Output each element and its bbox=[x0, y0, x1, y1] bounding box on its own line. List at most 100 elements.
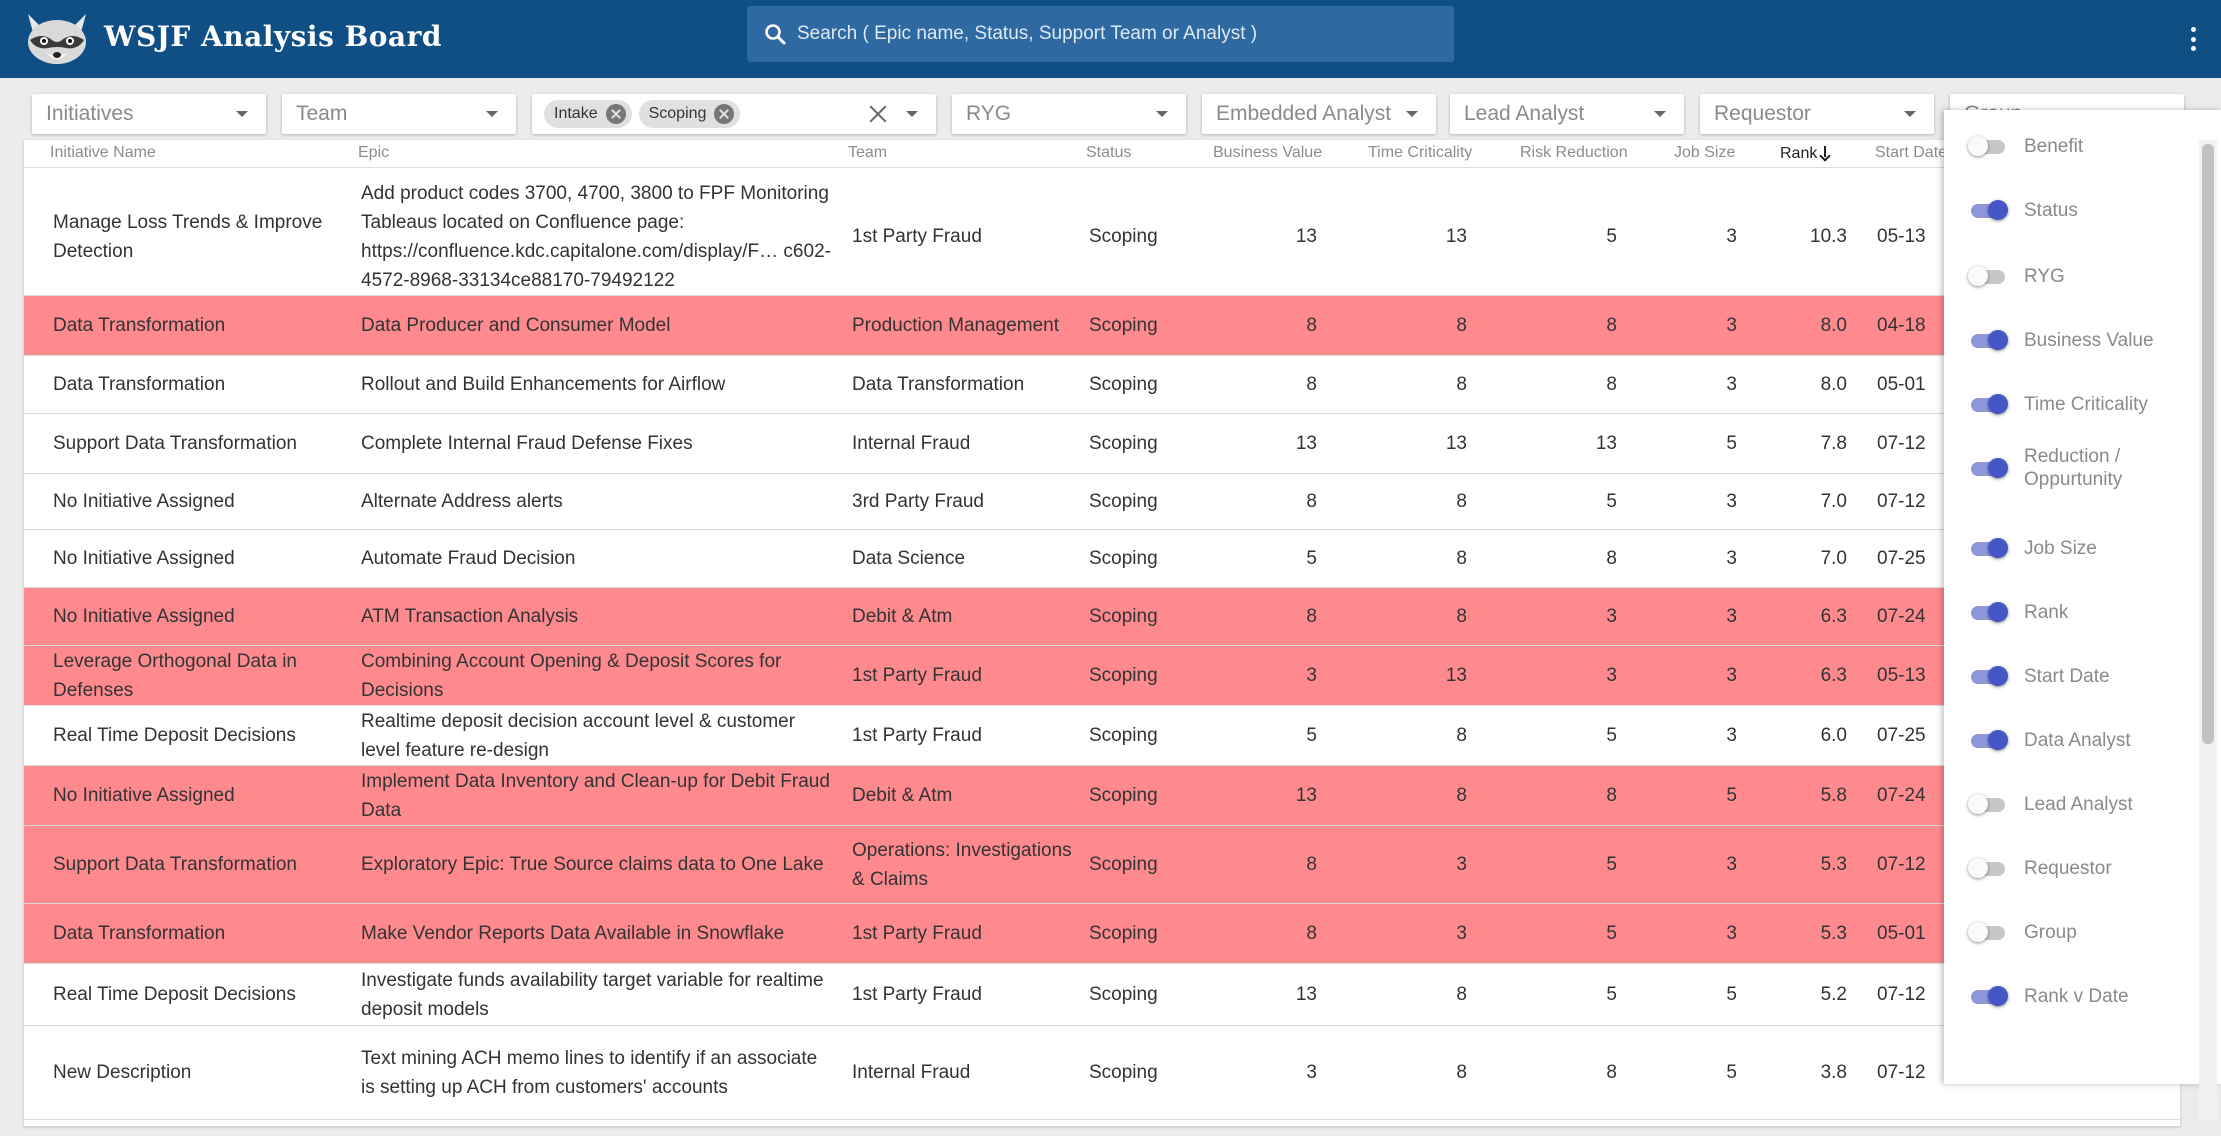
column-toggle-rank-v-date[interactable]: Rank v Date bbox=[1968, 976, 2208, 1016]
cell-risk-reduction-text: 8 bbox=[1606, 548, 1617, 569]
table-row[interactable]: Data Transformation Data Producer and Con… bbox=[24, 296, 2180, 356]
requestor-filter[interactable]: Requestor bbox=[1700, 94, 1934, 134]
search-bar[interactable] bbox=[747, 6, 1454, 62]
table-row[interactable]: Data Transformation Make Vendor Reports D… bbox=[24, 904, 2180, 964]
cell-team: Data Science bbox=[852, 530, 1072, 587]
cell-status-text: Scoping bbox=[1089, 433, 1158, 454]
column-header-time-criticality[interactable]: Time Criticality bbox=[1368, 144, 1472, 162]
cell-risk-reduction: 3 bbox=[1524, 588, 1617, 645]
cell-initiative: No Initiative Assigned bbox=[53, 474, 323, 529]
more-vert-icon[interactable] bbox=[2189, 27, 2197, 51]
lead-analyst-filter[interactable]: Lead Analyst bbox=[1450, 94, 1684, 134]
status-chip-intake[interactable]: Intake bbox=[544, 100, 632, 128]
cell-risk-reduction-text: 5 bbox=[1606, 984, 1617, 1005]
team-filter[interactable]: Team bbox=[282, 94, 516, 134]
column-toggle-ryg[interactable]: RYG bbox=[1968, 256, 2208, 296]
embedded-analyst-filter[interactable]: Embedded Analyst bbox=[1202, 94, 1436, 134]
cell-business-value-text: 13 bbox=[1295, 226, 1317, 247]
table-row[interactable]: No Initiative Assigned Alternate Address … bbox=[24, 474, 2180, 530]
table-row[interactable]: Real Time Deposit Decisions Investigate f… bbox=[24, 964, 2180, 1026]
status-filter[interactable]: Intake Scoping bbox=[532, 94, 936, 134]
toggle-switch[interactable] bbox=[1968, 457, 2008, 479]
table-row[interactable]: No Initiative Assigned Implement Data Inv… bbox=[24, 766, 2180, 826]
ryg-filter[interactable]: RYG bbox=[952, 94, 1186, 134]
column-header-start-date[interactable]: Start Date bbox=[1875, 144, 1947, 162]
table-row[interactable]: Support Data Transformation Exploratory E… bbox=[24, 826, 2180, 904]
toggle-switch[interactable] bbox=[1968, 537, 2008, 559]
ryg-filter-label: RYG bbox=[966, 102, 1012, 125]
column-header-status[interactable]: Status bbox=[1086, 144, 1131, 162]
column-header-job-size[interactable]: Job Size bbox=[1674, 144, 1735, 162]
cell-risk-reduction: 8 bbox=[1524, 766, 1617, 825]
toggle-switch[interactable] bbox=[1968, 329, 2008, 351]
cell-job-size: 3 bbox=[1644, 474, 1737, 529]
cell-risk-reduction-text: 5 bbox=[1606, 725, 1617, 746]
cell-business-value-text: 13 bbox=[1295, 433, 1317, 454]
column-toggle-start-date[interactable]: Start Date bbox=[1968, 656, 2208, 696]
toggle-switch[interactable] bbox=[1968, 793, 2008, 815]
cell-rank-text: 5.3 bbox=[1820, 854, 1847, 875]
cell-rank: 8.0 bbox=[1754, 296, 1847, 355]
table-row[interactable]: Real Time Deposit Decisions Realtime depo… bbox=[24, 706, 2180, 766]
table-row[interactable]: No Initiative Assigned Automate Fraud Dec… bbox=[24, 530, 2180, 588]
column-toggle-rank[interactable]: Rank bbox=[1968, 592, 2208, 632]
column-toggle-business-value[interactable]: Business Value bbox=[1968, 320, 2208, 360]
column-header-risk-reduction[interactable]: Risk Reduction bbox=[1520, 144, 1628, 162]
search-input[interactable] bbox=[797, 14, 1454, 54]
table-row[interactable]: Data Transformation Rollout and Build Enh… bbox=[24, 356, 2180, 414]
toggle-switch[interactable] bbox=[1968, 857, 2008, 879]
cell-rank: 7.0 bbox=[1754, 530, 1847, 587]
column-toggle-reduction-oppurtunity[interactable]: Reduction / Oppurtunity bbox=[1968, 446, 2208, 490]
toggle-switch[interactable] bbox=[1968, 135, 2008, 157]
initiatives-filter[interactable]: Initiatives bbox=[32, 94, 266, 134]
cell-status: Scoping bbox=[1089, 706, 1199, 765]
clear-icon[interactable] bbox=[868, 104, 888, 124]
remove-chip-icon[interactable] bbox=[714, 104, 735, 124]
cell-initiative-text: Support Data Transformation bbox=[53, 854, 297, 875]
cell-job-size: 3 bbox=[1644, 706, 1737, 765]
column-toggle-job-size[interactable]: Job Size bbox=[1968, 528, 2208, 568]
cell-time-criticality-text: 8 bbox=[1456, 725, 1467, 746]
cell-business-value: 13 bbox=[1224, 766, 1317, 825]
cell-status-text: Scoping bbox=[1089, 665, 1158, 686]
column-toggle-status[interactable]: Status bbox=[1968, 190, 2208, 230]
status-chip-scoping[interactable]: Scoping bbox=[638, 100, 741, 128]
remove-chip-icon[interactable] bbox=[605, 104, 626, 124]
toggle-switch[interactable] bbox=[1968, 729, 2008, 751]
column-toggle-lead-analyst[interactable]: Lead Analyst bbox=[1968, 784, 2208, 824]
column-toggle-requestor[interactable]: Requestor bbox=[1968, 848, 2208, 888]
toggle-switch[interactable] bbox=[1968, 985, 2008, 1007]
column-toggle-group[interactable]: Group bbox=[1968, 912, 2208, 952]
cell-initiative-text: Data Transformation bbox=[53, 923, 226, 944]
cell-risk-reduction: 8 bbox=[1524, 1026, 1617, 1119]
table-row[interactable]: No Initiative Assigned ATM Transaction An… bbox=[24, 588, 2180, 646]
toggle-switch[interactable] bbox=[1968, 199, 2008, 221]
vertical-scrollbar[interactable] bbox=[2199, 140, 2217, 1120]
toggle-switch[interactable] bbox=[1968, 393, 2008, 415]
chip-label: Scoping bbox=[648, 105, 707, 122]
scrollbar-thumb[interactable] bbox=[2202, 144, 2214, 744]
toggle-switch[interactable] bbox=[1968, 265, 2008, 287]
column-toggle-benefit[interactable]: Benefit bbox=[1968, 126, 2208, 166]
cell-team: Debit & Atm bbox=[852, 588, 1072, 645]
table-row[interactable]: Leverage Orthogonal Data in Defenses Comb… bbox=[24, 646, 2180, 706]
column-header-rank[interactable]: Rank bbox=[1780, 144, 1830, 163]
column-toggle-data-analyst[interactable]: Data Analyst bbox=[1968, 720, 2208, 760]
cell-time-criticality-text: 13 bbox=[1445, 226, 1467, 247]
toggle-switch[interactable] bbox=[1968, 665, 2008, 687]
cell-initiative: Data Transformation bbox=[53, 356, 323, 413]
toggle-switch[interactable] bbox=[1968, 601, 2008, 623]
column-header-business-value[interactable]: Business Value bbox=[1213, 144, 1322, 162]
column-header-epic[interactable]: Epic bbox=[358, 144, 389, 162]
table-row[interactable]: New Description Text mining ACH memo line… bbox=[24, 1026, 2180, 1120]
cell-start-date-text: 07-24 bbox=[1877, 606, 1926, 627]
table-row[interactable]: Manage Loss Trends & Improve Detection Ad… bbox=[24, 178, 2180, 296]
chip-label: Intake bbox=[554, 105, 598, 122]
column-header-team[interactable]: Team bbox=[848, 144, 887, 162]
cell-rank-text: 8.0 bbox=[1820, 374, 1847, 395]
column-header-initiative[interactable]: Initiative Name bbox=[50, 144, 156, 162]
table-row[interactable]: Support Data Transformation Complete Inte… bbox=[24, 414, 2180, 474]
column-toggle-time-criticality[interactable]: Time Criticality bbox=[1968, 384, 2208, 424]
cell-job-size: 3 bbox=[1644, 356, 1737, 413]
toggle-switch[interactable] bbox=[1968, 921, 2008, 943]
